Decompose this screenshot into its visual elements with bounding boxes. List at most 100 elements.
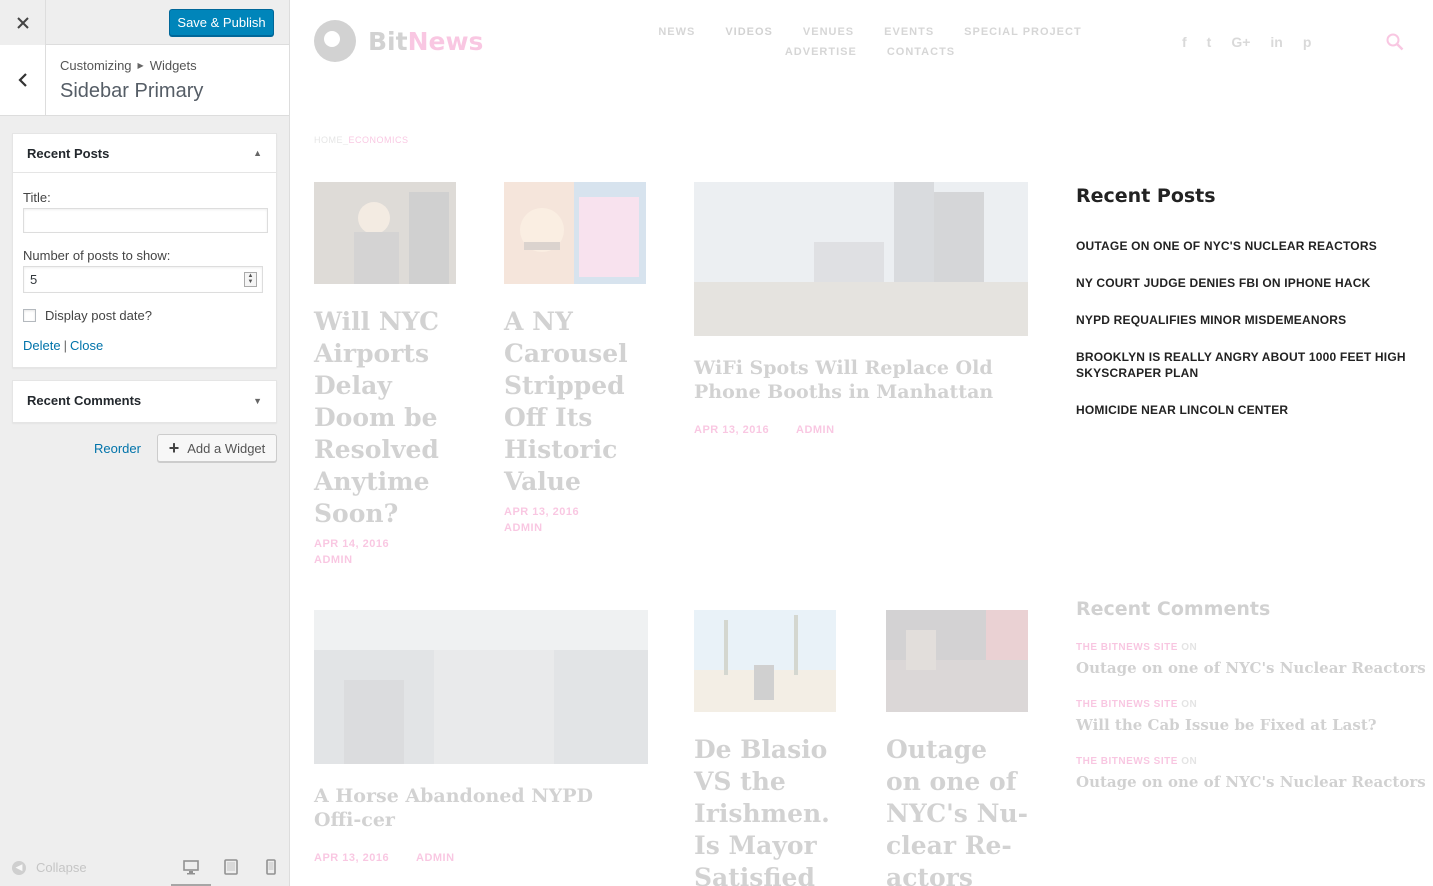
- reorder-link[interactable]: Reorder: [94, 441, 141, 456]
- desktop-icon: [183, 860, 199, 875]
- post-author[interactable]: ADMIN: [314, 554, 353, 566]
- comment-author: THE BITNEWS SITE ON: [1076, 699, 1426, 710]
- collapse-button[interactable]: ◀ Collapse: [12, 860, 87, 875]
- section-header: Customizing ▶ Widgets Sidebar Primary: [0, 45, 289, 116]
- number-label: Number of posts to show:: [23, 248, 171, 263]
- recent-comments-heading: Recent Comments: [1076, 598, 1271, 620]
- customizer-footer: ◀ Collapse: [0, 847, 289, 886]
- save-publish-button[interactable]: Save & Publish: [169, 9, 274, 36]
- widget-actions: Delete | Close: [23, 338, 266, 353]
- customizer-header: Save & Publish: [0, 0, 289, 45]
- logo-text: BitNews: [368, 27, 483, 56]
- caret-down-icon[interactable]: ▼: [253, 396, 262, 406]
- logo-text-part1: Bit: [368, 26, 408, 56]
- recent-post-link[interactable]: OUTAGE ON ONE OF NYC'S NUCLEAR REACTORS: [1076, 238, 1416, 254]
- number-of-posts-input[interactable]: 5 ▲ ▼: [23, 266, 263, 293]
- comment-author-name[interactable]: THE BITNEWS SITE: [1076, 699, 1178, 710]
- post-thumbnail: [694, 182, 1028, 336]
- chevron-left-icon: [17, 73, 27, 87]
- mobile-icon: [266, 859, 276, 875]
- widget-title: Recent Comments: [27, 393, 142, 408]
- title-label: Title:: [23, 190, 51, 205]
- nav-videos[interactable]: VIDEOS: [725, 26, 773, 38]
- caret-up-icon[interactable]: ▲: [253, 148, 262, 158]
- recent-post-link[interactable]: NY COURT JUDGE DENIES FBI ON IPHONE HACK: [1076, 275, 1416, 291]
- post-title[interactable]: Outage on one of NYC's Nu-clear Re-actor…: [886, 734, 1028, 886]
- post-author[interactable]: ADMIN: [504, 522, 543, 534]
- back-button[interactable]: [0, 45, 46, 115]
- comment-post-link[interactable]: Outage on one of NYC's Nuclear Reactors: [1076, 773, 1426, 791]
- search-icon[interactable]: [1386, 33, 1404, 51]
- tablet-preview-button[interactable]: [223, 859, 239, 875]
- display-date-checkbox[interactable]: [23, 309, 36, 322]
- section-title: Sidebar Primary: [60, 80, 204, 102]
- recent-post-link[interactable]: HOMICIDE NEAR LINCOLN CENTER: [1076, 402, 1416, 418]
- close-icon: [16, 16, 29, 29]
- post-date: APR 13, 2016: [694, 424, 770, 436]
- social-links: f t G+ in p: [1182, 34, 1311, 50]
- actions-separator: |: [63, 338, 67, 353]
- facebook-icon[interactable]: f: [1182, 34, 1187, 50]
- post-thumbnail: [314, 610, 648, 764]
- widget-title: Recent Posts: [27, 145, 110, 161]
- customizer-sidebar: Save & Publish Customizing ▶ Widgets Sideb…: [0, 0, 290, 886]
- main-navigation: NEWS VIDEOS VENUES EVENTS SPECIAL PROJEC…: [650, 26, 1090, 66]
- google-plus-icon[interactable]: G+: [1231, 34, 1250, 50]
- site-logo[interactable]: BitNews: [314, 20, 483, 62]
- mobile-preview-button[interactable]: [263, 859, 279, 875]
- post-title[interactable]: WiFi Spots Will Replace Old Phone Booths…: [694, 356, 1014, 404]
- twitter-icon[interactable]: t: [1207, 34, 1212, 50]
- post-title[interactable]: A NY Carousel Stripped Off Its Historic …: [504, 306, 646, 498]
- nav-news[interactable]: NEWS: [658, 26, 695, 38]
- post-title[interactable]: Will NYC Airports Delay Doom be Resolved…: [314, 306, 456, 530]
- comment-author-name[interactable]: THE BITNEWS SITE: [1076, 756, 1178, 767]
- breadcrumb-customizing: Customizing: [60, 58, 132, 73]
- nav-events[interactable]: EVENTS: [884, 26, 934, 38]
- post-date: APR 13, 2016: [314, 852, 390, 864]
- recent-post-link[interactable]: BROOKLYN IS REALLY ANGRY ABOUT 1000 FEET…: [1076, 349, 1416, 381]
- comment-author: THE BITNEWS SITE ON: [1076, 756, 1426, 767]
- comment-item: THE BITNEWS SITE ON Outage on one of NYC…: [1076, 756, 1426, 791]
- widget-form: Title: Number of posts to show: 5 ▲ ▼ Dis…: [13, 190, 276, 353]
- linkedin-icon[interactable]: in: [1270, 34, 1282, 50]
- display-date-option: Display post date?: [23, 308, 266, 323]
- comment-post-link[interactable]: Will the Cab Issue be Fixed at Last?: [1076, 716, 1426, 734]
- title-input[interactable]: [23, 208, 268, 233]
- post-thumbnail: [314, 182, 456, 284]
- recent-post-link[interactable]: NYPD REQUALIFIES MINOR MISDEMEANORS: [1076, 312, 1416, 328]
- plus-icon: +: [168, 438, 180, 458]
- nav-contacts[interactable]: CONTACTS: [887, 46, 955, 58]
- spinner-arrows-icon[interactable]: ▲ ▼: [244, 272, 257, 287]
- comment-on: ON: [1181, 699, 1198, 710]
- logo-mark-icon: [314, 20, 356, 62]
- add-widget-label: Add a Widget: [187, 440, 266, 456]
- breadcrumb-home[interactable]: HOME: [314, 135, 343, 145]
- comment-author-name[interactable]: THE BITNEWS SITE: [1076, 642, 1178, 653]
- post-title[interactable]: De Blasio VS the Irishmen. Is Mayor Sati…: [694, 734, 836, 886]
- nav-venues[interactable]: VENUES: [803, 26, 854, 38]
- post-thumbnail: [694, 610, 836, 712]
- desktop-preview-button[interactable]: [171, 859, 211, 886]
- widget-recent-comments-header[interactable]: Recent Comments ▼: [13, 381, 276, 420]
- breadcrumb-separator-icon: ▶: [137, 61, 144, 70]
- post-thumbnail: [886, 610, 1028, 712]
- comment-item: THE BITNEWS SITE ON Will the Cab Issue b…: [1076, 699, 1426, 734]
- nav-row: ADVERTISE CONTACTS: [650, 46, 1090, 58]
- nav-special-project[interactable]: SPECIAL PROJECT: [964, 26, 1082, 38]
- customizer-breadcrumb: Customizing ▶ Widgets: [60, 58, 197, 73]
- post-author[interactable]: ADMIN: [416, 852, 455, 864]
- add-widget-button[interactable]: + Add a Widget: [157, 434, 277, 462]
- site-preview: BitNews NEWS VIDEOS VENUES EVENTS SPECIA…: [290, 0, 1433, 886]
- close-customizer-button[interactable]: [0, 0, 46, 45]
- close-link[interactable]: Close: [70, 338, 103, 353]
- delete-link[interactable]: Delete: [23, 338, 61, 353]
- logo-text-part2: News: [407, 26, 484, 56]
- pinterest-icon[interactable]: p: [1303, 34, 1312, 50]
- nav-advertise[interactable]: ADVERTISE: [785, 46, 857, 58]
- post-title[interactable]: A Horse Abandoned NYPD Offi-cer: [314, 784, 644, 832]
- post-author[interactable]: ADMIN: [796, 424, 835, 436]
- post-date: APR 14, 2016: [314, 538, 390, 550]
- widget-recent-posts-header[interactable]: Recent Posts ▲: [13, 134, 276, 173]
- comment-post-link[interactable]: Outage on one of NYC's Nuclear Reactors: [1076, 659, 1426, 677]
- breadcrumb-widgets: Widgets: [149, 58, 197, 73]
